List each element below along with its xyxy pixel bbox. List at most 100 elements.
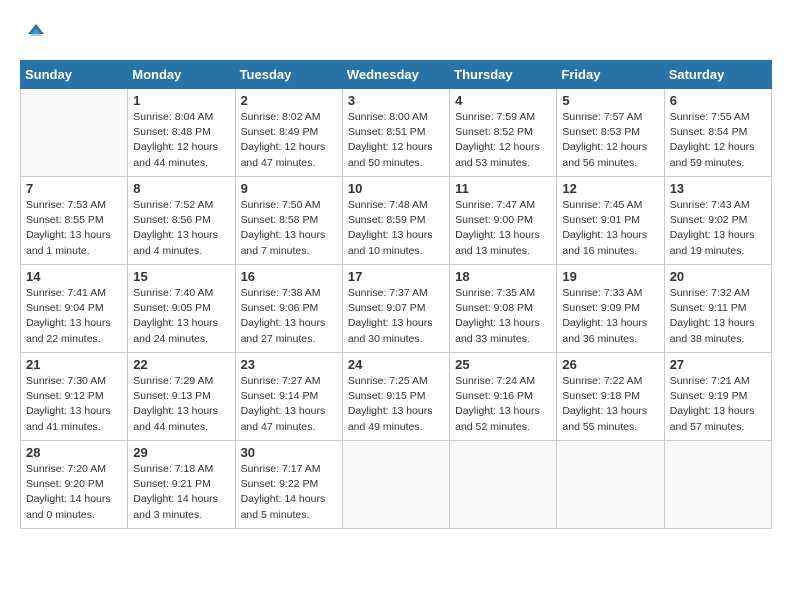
calendar-cell: 8 Sunrise: 7:52 AM Sunset: 8:56 PM Daylig… (128, 177, 235, 265)
day-info: Sunrise: 7:27 AM Sunset: 9:14 PM Dayligh… (241, 374, 337, 435)
day-info: Sunrise: 7:25 AM Sunset: 9:15 PM Dayligh… (348, 374, 444, 435)
day-info: Sunrise: 7:21 AM Sunset: 9:19 PM Dayligh… (670, 374, 766, 435)
calendar-cell: 11 Sunrise: 7:47 AM Sunset: 9:00 PM Dayli… (450, 177, 557, 265)
calendar-cell: 9 Sunrise: 7:50 AM Sunset: 8:58 PM Daylig… (235, 177, 342, 265)
calendar-cell: 23Sunrise: 7:27 AM Sunset: 9:14 PM Dayli… (235, 353, 342, 441)
day-number: 14 (26, 269, 122, 284)
calendar-cell: 1Sunrise: 8:04 AM Sunset: 8:48 PM Daylig… (128, 89, 235, 177)
calendar-cell: 28 Sunrise: 7:20 AM Sunset: 9:20 PM Dayli… (21, 441, 128, 529)
day-number: 29 (133, 445, 229, 460)
logo (20, 20, 48, 44)
day-info: Sunrise: 7:20 AM Sunset: 9:20 PM Dayligh… (26, 462, 122, 523)
day-info: Sunrise: 7:50 AM Sunset: 8:58 PM Dayligh… (241, 198, 337, 259)
calendar-week-4: 21 Sunrise: 7:30 AM Sunset: 9:12 PM Dayli… (21, 353, 772, 441)
calendar-cell: 25 Sunrise: 7:24 AM Sunset: 9:16 PM Dayli… (450, 353, 557, 441)
day-number: 24 (348, 357, 444, 372)
page-header (20, 20, 772, 44)
day-info: Sunrise: 7:55 AM Sunset: 8:54 PM Dayligh… (670, 110, 766, 171)
day-number: 6 (670, 93, 766, 108)
day-info: Sunrise: 7:47 AM Sunset: 9:00 PM Dayligh… (455, 198, 551, 259)
calendar-header-wednesday: Wednesday (342, 61, 449, 89)
day-number: 28 (26, 445, 122, 460)
calendar-cell (342, 441, 449, 529)
day-number: 19 (562, 269, 658, 284)
day-info: Sunrise: 7:43 AM Sunset: 9:02 PM Dayligh… (670, 198, 766, 259)
calendar-cell: 4 Sunrise: 7:59 AM Sunset: 8:52 PM Daylig… (450, 89, 557, 177)
calendar-cell: 27 Sunrise: 7:21 AM Sunset: 9:19 PM Dayli… (664, 353, 771, 441)
calendar-cell: 5 Sunrise: 7:57 AM Sunset: 8:53 PM Daylig… (557, 89, 664, 177)
day-number: 2 (241, 93, 337, 108)
calendar-cell (21, 89, 128, 177)
calendar-cell: 6 Sunrise: 7:55 AM Sunset: 8:54 PM Daylig… (664, 89, 771, 177)
calendar-week-5: 28 Sunrise: 7:20 AM Sunset: 9:20 PM Dayli… (21, 441, 772, 529)
calendar-cell: 7 Sunrise: 7:53 AM Sunset: 8:55 PM Daylig… (21, 177, 128, 265)
day-info: Sunrise: 8:02 AM Sunset: 8:49 PM Dayligh… (241, 110, 337, 171)
day-number: 27 (670, 357, 766, 372)
calendar-header-tuesday: Tuesday (235, 61, 342, 89)
calendar-cell: 2 Sunrise: 8:02 AM Sunset: 8:49 PM Daylig… (235, 89, 342, 177)
day-number: 12 (562, 181, 658, 196)
calendar-header-thursday: Thursday (450, 61, 557, 89)
day-number: 18 (455, 269, 551, 284)
day-info: Sunrise: 7:35 AM Sunset: 9:08 PM Dayligh… (455, 286, 551, 347)
day-number: 20 (670, 269, 766, 284)
calendar-header-row: SundayMondayTuesdayWednesdayThursdayFrid… (21, 61, 772, 89)
day-number: 3 (348, 93, 444, 108)
day-info: Sunrise: 7:29 AM Sunset: 9:13 PM Dayligh… (133, 374, 229, 435)
day-info: Sunrise: 7:52 AM Sunset: 8:56 PM Dayligh… (133, 198, 229, 259)
day-info: Sunrise: 7:38 AM Sunset: 9:06 PM Dayligh… (241, 286, 337, 347)
day-info: Sunrise: 7:40 AM Sunset: 9:05 PM Dayligh… (133, 286, 229, 347)
day-number: 13 (670, 181, 766, 196)
day-number: 25 (455, 357, 551, 372)
calendar-cell: 18 Sunrise: 7:35 AM Sunset: 9:08 PM Dayli… (450, 265, 557, 353)
day-number: 30 (241, 445, 337, 460)
day-info: Sunrise: 8:00 AM Sunset: 8:51 PM Dayligh… (348, 110, 444, 171)
calendar-cell: 10Sunrise: 7:48 AM Sunset: 8:59 PM Dayli… (342, 177, 449, 265)
calendar-cell: 26Sunrise: 7:22 AM Sunset: 9:18 PM Dayli… (557, 353, 664, 441)
day-info: Sunrise: 7:41 AM Sunset: 9:04 PM Dayligh… (26, 286, 122, 347)
calendar-cell: 19 Sunrise: 7:33 AM Sunset: 9:09 PM Dayli… (557, 265, 664, 353)
day-number: 7 (26, 181, 122, 196)
calendar-cell: 13 Sunrise: 7:43 AM Sunset: 9:02 PM Dayli… (664, 177, 771, 265)
logo-icon (24, 20, 48, 44)
day-number: 16 (241, 269, 337, 284)
calendar-cell: 22 Sunrise: 7:29 AM Sunset: 9:13 PM Dayli… (128, 353, 235, 441)
day-number: 17 (348, 269, 444, 284)
calendar-cell (664, 441, 771, 529)
day-info: Sunrise: 7:59 AM Sunset: 8:52 PM Dayligh… (455, 110, 551, 171)
calendar-cell: 16 Sunrise: 7:38 AM Sunset: 9:06 PM Dayli… (235, 265, 342, 353)
day-number: 5 (562, 93, 658, 108)
calendar-header-friday: Friday (557, 61, 664, 89)
day-info: Sunrise: 7:33 AM Sunset: 9:09 PM Dayligh… (562, 286, 658, 347)
day-number: 4 (455, 93, 551, 108)
calendar-header-monday: Monday (128, 61, 235, 89)
day-info: Sunrise: 7:18 AM Sunset: 9:21 PM Dayligh… (133, 462, 229, 523)
day-number: 8 (133, 181, 229, 196)
calendar-cell: 17 Sunrise: 7:37 AM Sunset: 9:07 PM Dayli… (342, 265, 449, 353)
calendar-cell: 3 Sunrise: 8:00 AM Sunset: 8:51 PM Daylig… (342, 89, 449, 177)
day-number: 22 (133, 357, 229, 372)
day-info: Sunrise: 7:48 AM Sunset: 8:59 PM Dayligh… (348, 198, 444, 259)
day-info: Sunrise: 7:57 AM Sunset: 8:53 PM Dayligh… (562, 110, 658, 171)
calendar-week-3: 14 Sunrise: 7:41 AM Sunset: 9:04 PM Dayli… (21, 265, 772, 353)
calendar-header-saturday: Saturday (664, 61, 771, 89)
calendar-cell (450, 441, 557, 529)
calendar-cell: 29 Sunrise: 7:18 AM Sunset: 9:21 PM Dayli… (128, 441, 235, 529)
day-number: 15 (133, 269, 229, 284)
calendar-header-sunday: Sunday (21, 61, 128, 89)
calendar-cell: 20 Sunrise: 7:32 AM Sunset: 9:11 PM Dayli… (664, 265, 771, 353)
day-info: Sunrise: 7:37 AM Sunset: 9:07 PM Dayligh… (348, 286, 444, 347)
calendar-table: SundayMondayTuesdayWednesdayThursdayFrid… (20, 60, 772, 529)
day-number: 26 (562, 357, 658, 372)
day-number: 21 (26, 357, 122, 372)
day-info: Sunrise: 7:53 AM Sunset: 8:55 PM Dayligh… (26, 198, 122, 259)
day-info: Sunrise: 7:30 AM Sunset: 9:12 PM Dayligh… (26, 374, 122, 435)
day-number: 9 (241, 181, 337, 196)
day-info: Sunrise: 7:32 AM Sunset: 9:11 PM Dayligh… (670, 286, 766, 347)
day-info: Sunrise: 7:24 AM Sunset: 9:16 PM Dayligh… (455, 374, 551, 435)
calendar-cell: 15 Sunrise: 7:40 AM Sunset: 9:05 PM Dayli… (128, 265, 235, 353)
calendar-week-1: 1Sunrise: 8:04 AM Sunset: 8:48 PM Daylig… (21, 89, 772, 177)
calendar-cell: 24 Sunrise: 7:25 AM Sunset: 9:15 PM Dayli… (342, 353, 449, 441)
calendar-cell: 30Sunrise: 7:17 AM Sunset: 9:22 PM Dayli… (235, 441, 342, 529)
day-number: 11 (455, 181, 551, 196)
